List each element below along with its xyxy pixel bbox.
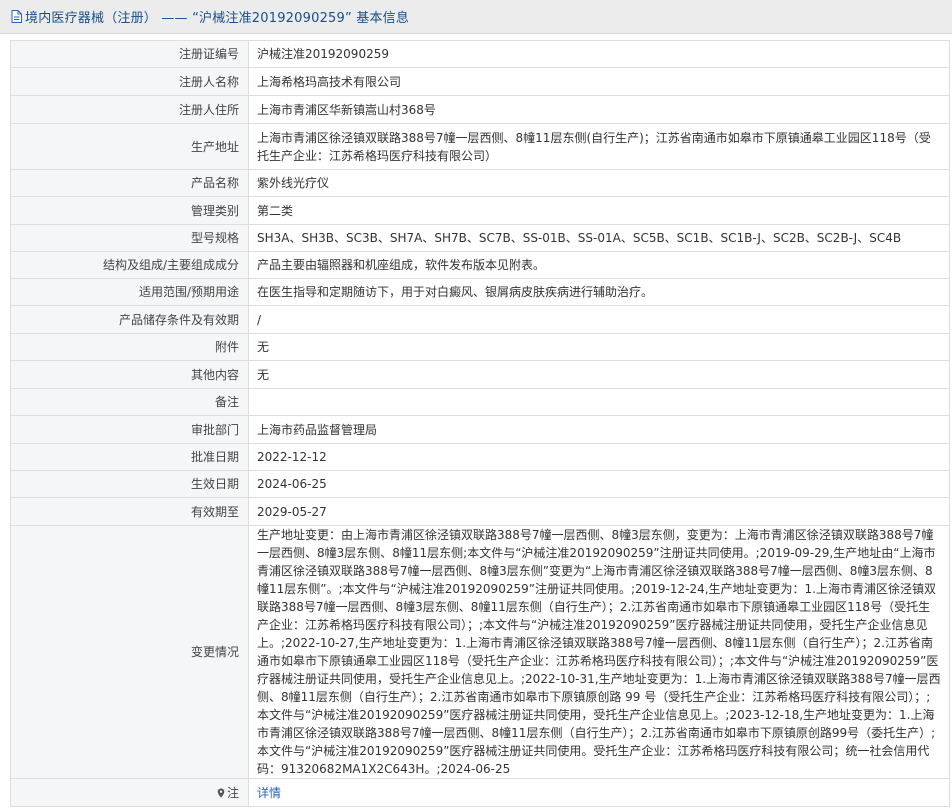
row-label: 备注 <box>10 388 249 416</box>
table-row: 注 详情 <box>10 778 950 807</box>
row-value: 2024-06-25 <box>248 470 950 498</box>
table-row: 型号规格 SH3A、SH3B、SC3B、SH7A、SH7B、SC7B、SS-01… <box>10 224 950 252</box>
location-pin-icon <box>217 788 225 797</box>
row-value <box>248 388 950 416</box>
table-row: 适用范围/预期用途 在医生指导和定期随访下，用于对白癜风、银屑病皮肤疾病进行辅助… <box>10 278 950 306</box>
row-value: 无 <box>248 360 950 389</box>
row-label: 变更情况 <box>10 525 249 779</box>
row-value: 无 <box>248 333 950 361</box>
table-row: 变更情况 生产地址变更：由上海市青浦区徐泾镇双联路388号7幢一层西侧、8幢3层… <box>10 525 950 779</box>
row-label: 附件 <box>10 333 249 361</box>
note-value-cell: 详情 <box>248 778 950 807</box>
page-title: 境内医疗器械（注册） —— “沪械注准20192090259” 基本信息 <box>25 11 410 26</box>
table-row: 生效日期 2024-06-25 <box>10 470 950 498</box>
note-label-cell: 注 <box>10 778 249 807</box>
row-label: 注册人住所 <box>10 95 249 124</box>
row-value: SH3A、SH3B、SC3B、SH7A、SH7B、SC7B、SS-01B、SS-… <box>248 224 950 252</box>
row-value: 紫外线光疗仪 <box>248 169 950 197</box>
row-value: 第二类 <box>248 196 950 225</box>
table-row: 附件 无 <box>10 333 950 361</box>
row-value: 2022-12-12 <box>248 443 950 471</box>
row-label: 生效日期 <box>10 470 249 498</box>
row-label: 有效期至 <box>10 497 249 526</box>
row-value: 生产地址变更：由上海市青浦区徐泾镇双联路388号7幢一层西侧、8幢3层东侧，变更… <box>248 525 950 779</box>
table-row: 批准日期 2022-12-12 <box>10 443 950 471</box>
table-row: 其他内容 无 <box>10 360 950 389</box>
table-row: 注册人名称 上海希格玛高技术有限公司 <box>10 67 950 96</box>
table-row: 产品储存条件及有效期 / <box>10 305 950 334</box>
row-label: 型号规格 <box>10 224 249 252</box>
row-label: 批准日期 <box>10 443 249 471</box>
row-value: 上海希格玛高技术有限公司 <box>248 67 950 96</box>
table-row: 注册证编号 沪械注准20192090259 <box>10 40 950 68</box>
row-label: 适用范围/预期用途 <box>10 278 249 306</box>
table-row: 审批部门 上海市药品监督管理局 <box>10 415 950 444</box>
table-row: 有效期至 2029-05-27 <box>10 497 950 526</box>
table-row: 生产地址 上海市青浦区徐泾镇双联路388号7幢一层西侧、8幢11层东侧(自行生产… <box>10 123 950 170</box>
row-label: 产品名称 <box>10 169 249 197</box>
row-value: 上海市青浦区徐泾镇双联路388号7幢一层西侧、8幢11层东侧(自行生产)；江苏省… <box>248 123 950 170</box>
row-label: 注册人名称 <box>10 67 249 96</box>
details-link[interactable]: 详情 <box>257 786 281 800</box>
row-value: 沪械注准20192090259 <box>248 40 950 68</box>
table-row: 产品名称 紫外线光疗仪 <box>10 169 950 197</box>
row-value: 产品主要由辐照器和机座组成，软件发布版本见附表。 <box>248 251 950 279</box>
document-icon <box>11 10 22 23</box>
note-label: 注 <box>226 785 239 800</box>
table-row: 结构及组成/主要组成成分 产品主要由辐照器和机座组成，软件发布版本见附表。 <box>10 251 950 279</box>
row-label: 注册证编号 <box>10 40 249 68</box>
row-label: 生产地址 <box>10 123 249 170</box>
row-value: 2029-05-27 <box>248 497 950 526</box>
row-label: 管理类别 <box>10 196 249 225</box>
row-value: 上海市青浦区华新镇嵩山村368号 <box>248 95 950 124</box>
row-value: 上海市药品监督管理局 <box>248 415 950 444</box>
row-value: 在医生指导和定期随访下，用于对白癜风、银屑病皮肤疾病进行辅助治疗。 <box>248 278 950 306</box>
row-label: 结构及组成/主要组成成分 <box>10 251 249 279</box>
registration-info-table: 注册证编号 沪械注准20192090259 注册人名称 上海希格玛高技术有限公司… <box>10 40 950 807</box>
row-label: 产品储存条件及有效期 <box>10 305 249 334</box>
table-row: 注册人住所 上海市青浦区华新镇嵩山村368号 <box>10 95 950 124</box>
page-header: 境内医疗器械（注册） —— “沪械注准20192090259” 基本信息 <box>0 0 952 34</box>
table-row: 管理类别 第二类 <box>10 196 950 225</box>
row-label: 审批部门 <box>10 415 249 444</box>
table-row: 备注 <box>10 388 950 416</box>
row-label: 其他内容 <box>10 360 249 389</box>
row-value: / <box>248 305 950 334</box>
